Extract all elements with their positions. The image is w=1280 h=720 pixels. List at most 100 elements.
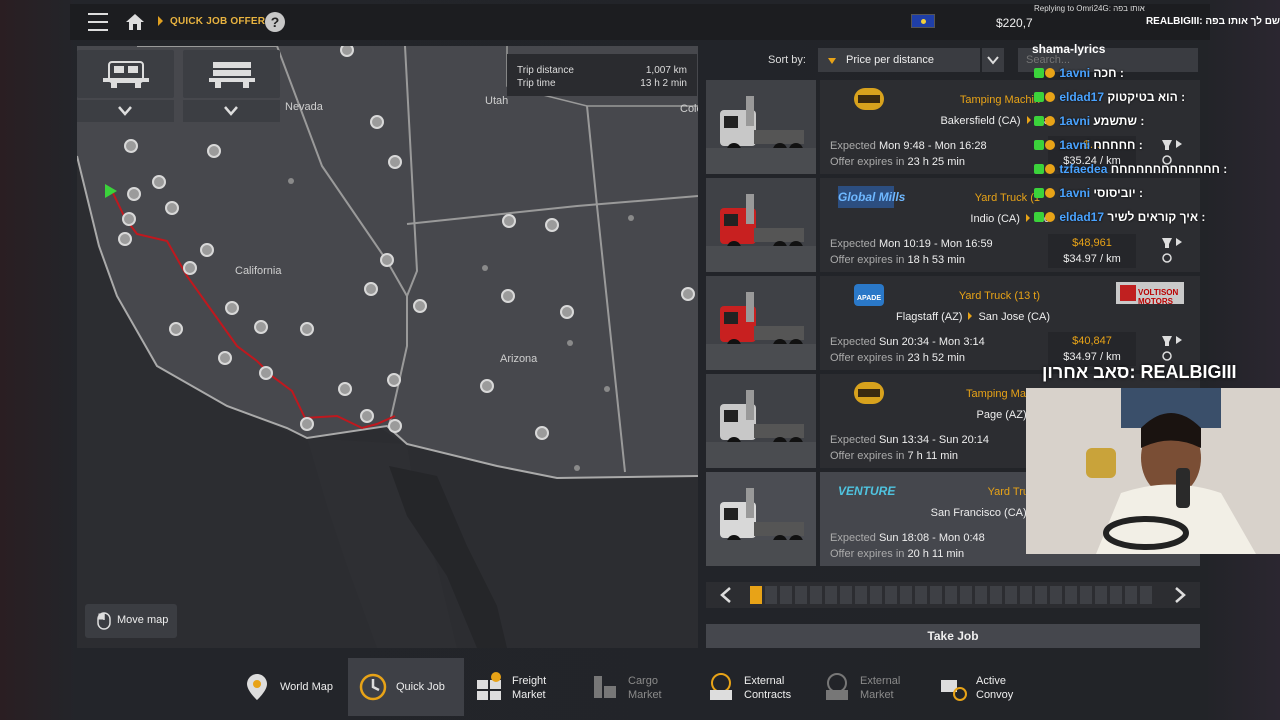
page-dot[interactable]: [1095, 586, 1107, 604]
page-dot[interactable]: [780, 586, 792, 604]
company-logo-text: Global Mills: [838, 190, 906, 204]
route-destination: San Jose (CA): [978, 311, 1050, 323]
nav-freight-market[interactable]: Freight Market: [464, 658, 580, 716]
expected-window: Mon 9:48 - Mon 16:28: [878, 140, 987, 152]
trailer-filter-dropdown[interactable]: [183, 100, 280, 122]
page-dot[interactable]: [990, 586, 1002, 604]
page-dot[interactable]: [1050, 586, 1062, 604]
chat-username: tzfaedea: [1059, 162, 1108, 176]
chat-title: shama-lyrics: [1032, 42, 1106, 56]
page-dot[interactable]: [840, 586, 852, 604]
page-dot[interactable]: [1140, 586, 1152, 604]
prev-page-button[interactable]: [706, 582, 746, 608]
nav-external-contracts[interactable]: External Contracts: [696, 658, 812, 716]
page-dot[interactable]: [750, 586, 762, 604]
brand-logo: VOLTISON MOTORS: [1116, 282, 1184, 306]
job-offer-card[interactable]: APADE Yard Truck (13 t) Flagstaff (AZ) San …: [706, 276, 1200, 370]
page-dot[interactable]: [1125, 586, 1137, 604]
page-dot[interactable]: [1020, 586, 1032, 604]
nav-label: External Contracts: [744, 675, 792, 701]
truck-thumbnail: [706, 276, 816, 370]
sub-badge-icon: [1045, 164, 1055, 174]
job-flag-icons: [1162, 238, 1182, 263]
expected-window: Sun 18:08 - Mon 0:48: [878, 532, 985, 544]
chat-message: 1avni שתשמע :: [1034, 114, 1144, 128]
page-dot[interactable]: [1080, 586, 1092, 604]
job-times: Expected Mon 9:48 - Mon 16:28 Offer expir…: [830, 138, 987, 170]
chat-text: שתשמע :: [1093, 114, 1145, 128]
expires-label: Offer expires in: [830, 352, 905, 364]
page-dot[interactable]: [1035, 586, 1047, 604]
trailer-filter-button[interactable]: [183, 50, 280, 98]
kick-badge-icon: [1034, 140, 1044, 150]
trip-distance-value: 1,007 km: [645, 65, 687, 76]
truck-filter-dropdown[interactable]: [77, 100, 174, 122]
page-dot[interactable]: [900, 586, 912, 604]
page-dot[interactable]: [1110, 586, 1122, 604]
chat-message: 1avni חחחחח :: [1034, 138, 1143, 152]
job-payment: $48,961 $34.97 / km: [1048, 234, 1136, 268]
nav-cargo-market[interactable]: Cargo Market: [580, 658, 696, 716]
page-dot[interactable]: [885, 586, 897, 604]
chevron-down-icon: [987, 56, 999, 65]
chat-reply-text: Replying to Omri24G: אותו בפה: [1034, 4, 1145, 13]
page-dot[interactable]: [870, 586, 882, 604]
page-dot[interactable]: [825, 586, 837, 604]
sort-dropdown-toggle[interactable]: [982, 48, 1004, 72]
cargo-market-icon: [590, 672, 620, 702]
world-map-view[interactable]: Trip distance 1,007 km Trip time 13 h 2 mi…: [77, 46, 698, 648]
page-dot[interactable]: [765, 586, 777, 604]
expected-label: Expected: [830, 532, 876, 544]
route-arrow-icon: [1025, 214, 1030, 222]
page-dot[interactable]: [975, 586, 987, 604]
next-page-button[interactable]: [1160, 582, 1200, 608]
chat-username: 1avni: [1059, 114, 1091, 128]
truck-thumbnail: [706, 80, 816, 174]
trip-info-panel: Trip distance 1,007 km Trip time 13 h 2 mi…: [507, 54, 697, 96]
truck-icon: [103, 61, 149, 88]
page-dot[interactable]: [945, 586, 957, 604]
route-origin: Flagstaff (AZ): [896, 311, 963, 323]
page-dot[interactable]: [930, 586, 942, 604]
nav-external-market[interactable]: External Market: [812, 658, 928, 716]
page-dot[interactable]: [915, 586, 927, 604]
sub-badge-icon: [1045, 92, 1055, 102]
nav-quick-job[interactable]: Quick Job: [348, 658, 464, 716]
kick-badge-icon: [1034, 116, 1044, 126]
job-route: Flagstaff (AZ) San Jose (CA): [896, 311, 1050, 323]
chat-message: tzfaedea חחחחחחחחחחחחח :: [1034, 162, 1227, 176]
trip-time-label: Trip time: [517, 78, 556, 89]
route-origin: Page (AZ): [976, 409, 1027, 421]
page-dot[interactable]: [960, 586, 972, 604]
page-dot[interactable]: [1065, 586, 1077, 604]
menu-icon[interactable]: [88, 13, 108, 31]
state-label-utah: Utah: [485, 95, 509, 107]
trailer-icon: [209, 62, 255, 88]
page-dot[interactable]: [855, 586, 867, 604]
nav-world-map[interactable]: World Map: [232, 658, 348, 716]
pay-per-km: $34.97 / km: [1063, 253, 1121, 265]
chat-text: יוביסוסי :: [1093, 186, 1144, 200]
page-dot[interactable]: [1005, 586, 1017, 604]
truck-image: [720, 390, 804, 451]
expires-time: 23 h 25 min: [907, 156, 965, 168]
sub-badge-icon: [1045, 116, 1055, 126]
sub-badge-icon: [1045, 188, 1055, 198]
route-origin: Indio (CA): [970, 213, 1020, 225]
chat-text: חחחחחחחחחחחחח :: [1110, 162, 1228, 176]
chat-text: איך קוראים לשיר :: [1107, 210, 1206, 224]
home-icon[interactable]: [125, 13, 145, 31]
page-dot[interactable]: [795, 586, 807, 604]
truck-filter-button[interactable]: [77, 50, 174, 98]
take-job-button[interactable]: Take Job: [706, 624, 1200, 648]
chat-message: eldad17 הוא בטיקטוק :: [1034, 90, 1185, 104]
map-canvas[interactable]: [77, 46, 698, 648]
page-dot[interactable]: [810, 586, 822, 604]
help-icon[interactable]: ?: [265, 12, 285, 32]
expires-label: Offer expires in: [830, 254, 905, 266]
nav-active-convoy[interactable]: Active Convoy: [928, 658, 1044, 716]
job-pager: [706, 582, 1200, 608]
expected-window: Sun 13:34 - Sun 20:14: [878, 434, 990, 446]
sub-badge-icon: [1045, 140, 1055, 150]
sort-dropdown[interactable]: Price per distance: [818, 48, 980, 72]
